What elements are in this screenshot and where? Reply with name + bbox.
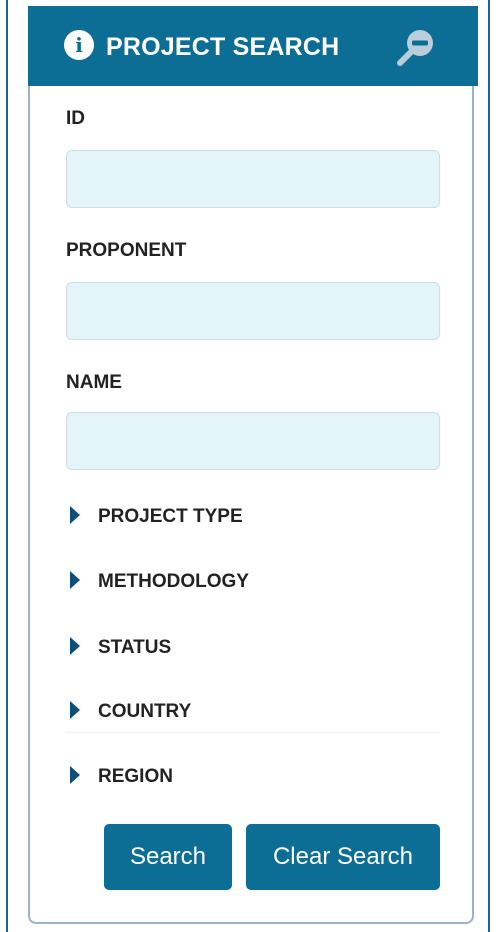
caret-right-icon (70, 766, 80, 784)
divider (66, 732, 440, 733)
id-label: ID (66, 108, 85, 129)
section-status[interactable]: STATUS (66, 625, 440, 671)
caret-right-icon (70, 701, 80, 719)
section-label: COUNTRY (98, 701, 192, 722)
clear-search-button[interactable]: Clear Search (246, 824, 440, 890)
panel-title: PROJECT SEARCH (106, 33, 340, 61)
section-label: PROJECT TYPE (98, 506, 243, 527)
proponent-label: PROPONENT (66, 240, 187, 261)
name-label: NAME (66, 372, 122, 393)
proponent-input[interactable] (66, 282, 440, 340)
section-methodology[interactable]: METHODOLOGY (66, 559, 440, 605)
caret-right-icon (70, 506, 80, 524)
caret-right-icon (70, 637, 80, 655)
section-label: REGION (98, 766, 173, 787)
section-region[interactable]: REGION (66, 754, 440, 800)
project-search-panel: i PROJECT SEARCH ID PROPONENT NAME PROJE… (28, 6, 478, 924)
outer-border-right (488, 0, 490, 932)
panel-header: i PROJECT SEARCH (28, 6, 478, 86)
name-input[interactable] (66, 412, 440, 470)
caret-right-icon (70, 571, 80, 589)
id-input[interactable] (66, 150, 440, 208)
section-label: STATUS (98, 637, 172, 658)
outer-border-left (6, 0, 8, 932)
info-icon-glyph: i (75, 33, 83, 57)
info-icon[interactable]: i (64, 30, 94, 60)
section-project-type[interactable]: PROJECT TYPE (66, 494, 440, 540)
zoom-out-icon[interactable] (392, 24, 440, 72)
section-country[interactable]: COUNTRY (66, 689, 440, 735)
section-label: METHODOLOGY (98, 571, 249, 592)
page-frame: i PROJECT SEARCH ID PROPONENT NAME PROJE… (0, 0, 496, 932)
search-button[interactable]: Search (104, 824, 232, 890)
